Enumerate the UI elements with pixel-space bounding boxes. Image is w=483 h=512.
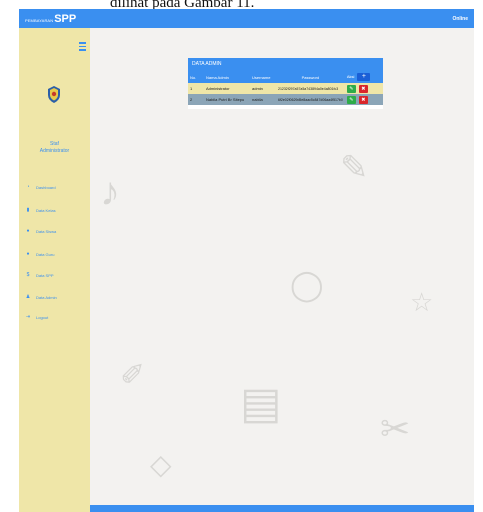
edit-button[interactable]: ✎ [346,95,356,104]
column-header-action-label: Aksi [346,74,355,80]
sidebar: Staf Administrator ◔ Dashboard ▮ Data Ke… [19,28,90,512]
student-icon: ● [26,228,30,234]
sidebar-item-label: Data Siswa [36,228,57,234]
footer-bar [90,505,474,512]
brand-title: SPP [54,12,77,25]
cell-name: Administrator [206,86,230,91]
edit-button[interactable]: ✎ [346,84,356,93]
sidebar-item-label: Data Guru [36,251,55,257]
menu-toggle-icon[interactable] [79,42,86,51]
background-doodle-icon: ♪ [100,169,120,214]
table-header-row: No. Nama Admin Username Password Aksi + [188,71,383,83]
add-admin-button[interactable]: + [357,73,371,81]
user-role-line1: Staf [50,141,59,147]
delete-button[interactable]: ✖ [358,95,368,104]
cell-action: ✎ ✖ [345,83,383,94]
sidebar-item-label: Data Kelas [36,207,56,213]
delete-button[interactable]: ✖ [358,84,368,93]
column-header-no: No. [190,74,197,80]
teacher-icon: ● [26,251,30,257]
sidebar-item-data-spp[interactable]: $ Data SPP [19,271,90,279]
admin-table: No. Nama Admin Username Password Aksi + 1… [188,71,383,105]
data-admin-panel: DATA ADMIN No. Nama Admin Username Passw… [188,58,383,109]
cell-username: nabila [252,97,263,102]
cell-no: 1 [190,86,193,91]
online-status: Online [452,15,468,22]
sidebar-item-data-kelas[interactable]: ▮ Data Kelas [19,206,90,214]
logout-icon: ⇥ [25,314,31,320]
column-header-name: Nama Admin [206,74,229,80]
cell-password: 6f2e02f0629d5e8aac5c847d06aa4f517b0 [278,97,343,102]
brand-small-text: PEMBAYARAN [25,17,54,23]
user-role-line2: Administrator [39,148,70,154]
top-navbar: PEMBAYARAN SPP Online [19,9,474,28]
background-doodle-icon: ✂ [380,409,411,449]
sidebar-item-label: Dashboard [36,184,56,190]
panel-title: DATA ADMIN [188,58,383,71]
background-doodle-icon: ▤ [240,379,282,428]
cell-no: 2 [190,97,193,102]
admin-icon: ♟ [25,294,31,300]
cell-password: 21232f297a57a5a743894a0e4a801fc3 [278,86,339,91]
background-doodle-icon: ✎ [340,150,369,187]
sidebar-item-data-admin[interactable]: ♟ Data Admin [19,293,90,301]
background-doodle-icon: ◇ [150,450,172,481]
dollar-icon: $ [26,272,30,278]
column-header-action: Aksi + [345,71,383,83]
sidebar-item-data-guru[interactable]: ● Data Guru [19,250,90,258]
class-icon: ▮ [26,207,30,213]
sidebar-item-dashboard[interactable]: ◔ Dashboard [19,183,90,191]
user-role: Staf Administrator [19,141,90,155]
main-content: ♪ ✎ ◯ ☆ ✐ ▤ ✂ ◇ DATA ADMIN No. Nama Admi… [90,28,474,505]
cell-name: Nabila Putri Br Sitepu [206,97,245,102]
cell-action: ✎ ✖ [345,94,383,105]
sidebar-item-label: Data SPP [36,272,54,278]
column-header-password: Password [301,74,320,80]
sidebar-item-label: Logout [36,314,49,320]
sidebar-item-data-siswa[interactable]: ● Data Siswa [19,227,90,235]
background-doodle-icon: ◯ [290,269,324,302]
column-header-username: Username [252,74,271,80]
sidebar-item-logout[interactable]: ⇥ Logout [19,313,90,321]
background-doodle-icon: ✐ [120,359,146,392]
cell-username: admin [252,86,263,91]
school-emblem-icon [48,86,60,103]
table-row: 1 Administrator admin 21232f297a57a5a743… [188,83,383,94]
table-row: 2 Nabila Putri Br Sitepu nabila 6f2e02f0… [188,94,383,105]
sidebar-item-label: Data Admin [36,294,57,300]
brand-logo[interactable]: PEMBAYARAN SPP [25,13,76,25]
background-doodle-icon: ☆ [410,288,434,317]
dashboard-icon: ◔ [26,184,30,190]
